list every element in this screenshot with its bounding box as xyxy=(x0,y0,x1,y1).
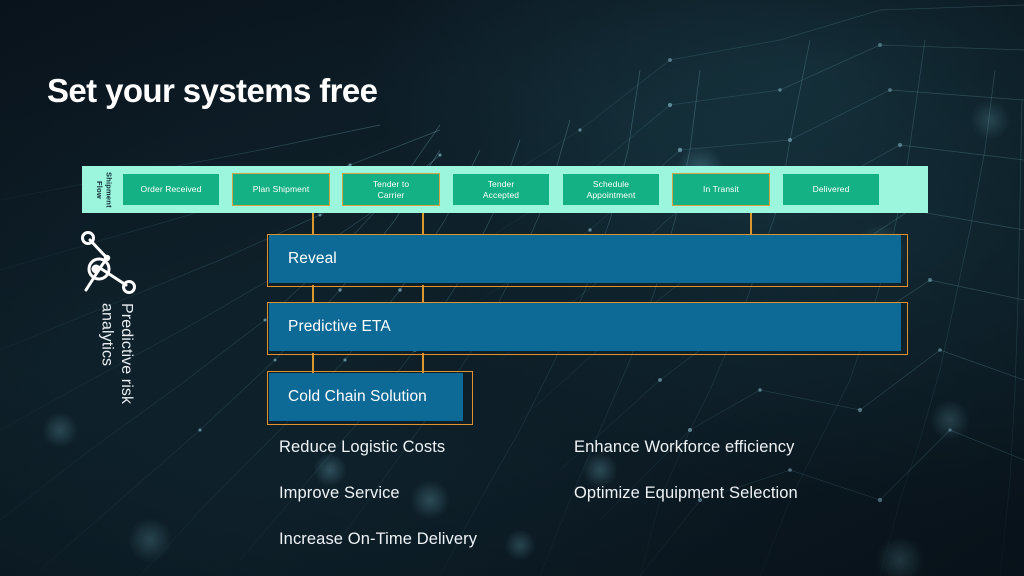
predictive-risk-analytics-label: Predictive risk analytics xyxy=(98,303,135,405)
flow-stage-in-transit[interactable]: In Transit xyxy=(672,173,770,206)
shipment-flow-label: Shipment Flow xyxy=(95,171,114,208)
benefit-improve-service: Improve Service xyxy=(279,484,400,502)
shipment-flow-label-wrap: Shipment Flow xyxy=(92,166,116,213)
connector-eta-to-coldchain-left xyxy=(312,353,314,373)
solution-bar-cold-chain[interactable]: Cold Chain Solution xyxy=(269,373,463,421)
slide-title: Set your systems free xyxy=(47,72,378,109)
flow-stage-schedule-appointment[interactable]: Schedule Appointment xyxy=(563,174,659,205)
flow-stage-order-received[interactable]: Order Received xyxy=(123,174,219,205)
connector-tender-carrier-to-reveal xyxy=(422,213,424,235)
flow-stage-tender-accepted[interactable]: Tender Accepted xyxy=(453,174,549,205)
solution-bar-predictive-eta[interactable]: Predictive ETA xyxy=(269,303,901,351)
flow-stage-delivered[interactable]: Delivered xyxy=(783,174,879,205)
connector-plan-shipment-to-reveal xyxy=(312,213,314,235)
shipment-flow-band: Shipment Flow Order Received Plan Shipme… xyxy=(82,166,928,213)
benefit-optimize-equipment-selection: Optimize Equipment Selection xyxy=(574,484,798,502)
connector-in-transit-to-reveal xyxy=(750,213,752,235)
connector-eta-to-coldchain-mid xyxy=(422,353,424,373)
flow-stage-tender-to-carrier[interactable]: Tender to Carrier xyxy=(342,173,440,206)
benefit-enhance-workforce-efficiency: Enhance Workforce efficiency xyxy=(574,438,795,456)
flow-stage-plan-shipment[interactable]: Plan Shipment xyxy=(232,173,330,206)
network-nodes-icon xyxy=(81,231,136,294)
solution-bar-reveal[interactable]: Reveal xyxy=(269,235,901,283)
benefit-reduce-logistic-costs: Reduce Logistic Costs xyxy=(279,438,446,456)
benefit-increase-on-time-delivery: Increase On-Time Delivery xyxy=(279,530,478,548)
